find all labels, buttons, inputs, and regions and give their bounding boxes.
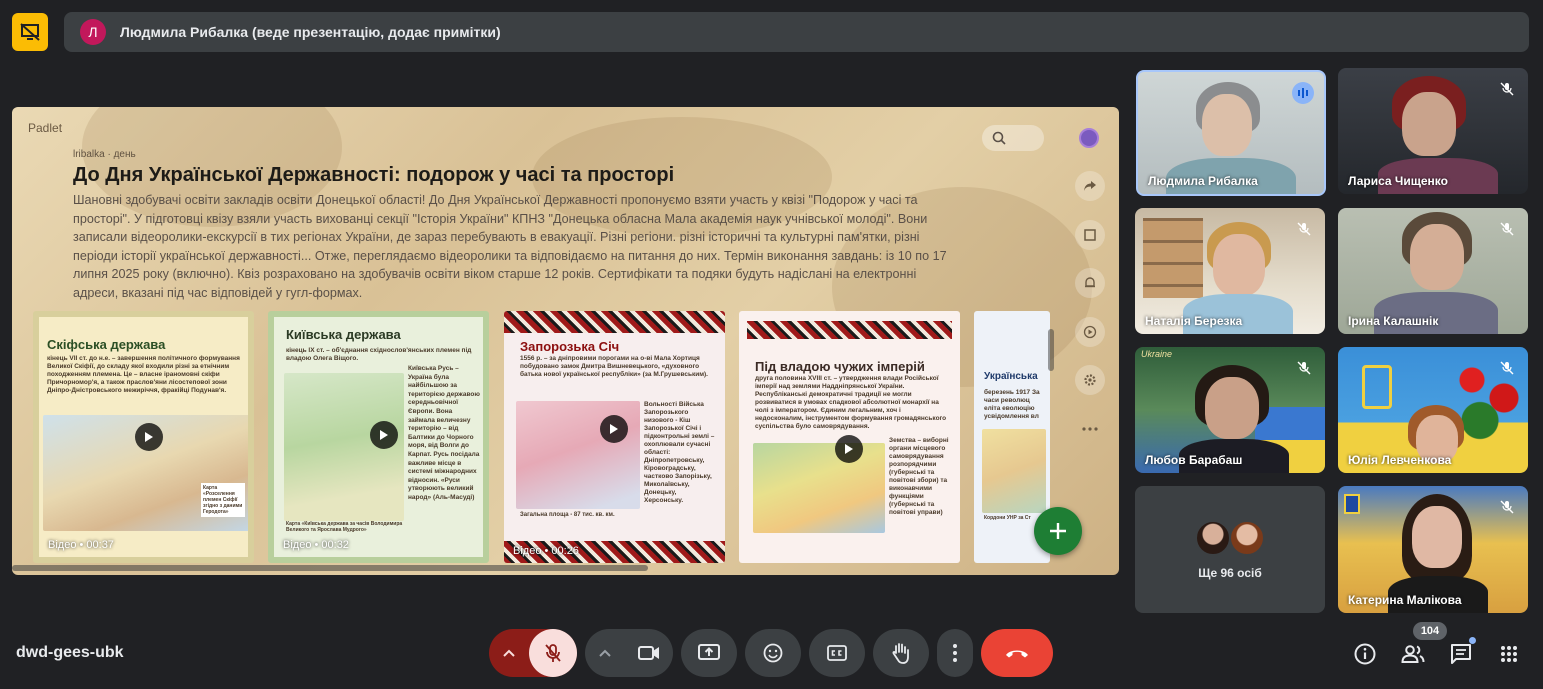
presentation-screen: Padlet lribalka · день До Дня Українсько… [12, 107, 1119, 575]
participant-tile[interactable]: Наталія Березка [1135, 208, 1325, 334]
card-title: Українська [984, 371, 1038, 382]
people-icon[interactable] [1400, 641, 1426, 667]
presenter-label: Людмила Рибалка (веде презентацію, додає… [120, 24, 501, 40]
ornament-border [504, 311, 725, 333]
presenter-banner: Л Людмила Рибалка (веде презентацію, дод… [64, 12, 1529, 52]
hang-up-icon [1006, 650, 1028, 658]
participant-name: Людмила Рибалка [1148, 174, 1258, 188]
meeting-info-icon[interactable] [1352, 641, 1378, 667]
card-side-text: Земства – виборні органи місцевого самов… [889, 437, 949, 516]
add-post-button[interactable] [1034, 507, 1082, 555]
settings-gear-icon[interactable] [1075, 365, 1105, 395]
participant-tile[interactable]: Катерина Малікова [1338, 486, 1528, 613]
presenter-avatar: Л [80, 19, 106, 45]
activities-grid-icon[interactable] [1496, 641, 1522, 667]
participant-name: Наталія Березка [1145, 314, 1243, 328]
padlet-user-avatar[interactable] [1079, 128, 1099, 148]
play-icon[interactable] [135, 423, 163, 451]
camera-icon[interactable] [625, 629, 673, 677]
participant-avatar [1229, 520, 1265, 556]
unr-map [982, 429, 1046, 513]
more-options-icon[interactable] [1075, 414, 1105, 444]
participant-name: Катерина Малікова [1348, 593, 1462, 607]
video-duration: Відео • 00:26 [513, 545, 579, 557]
mic-off-icon [1293, 218, 1315, 240]
participant-tile[interactable]: Ірина Калашнік [1338, 208, 1528, 334]
chevron-up-icon[interactable] [585, 629, 625, 677]
presentation-description: Шановні здобувачі освіти закладів освіти… [73, 193, 947, 300]
card-text: друга половина XVIII ст. – утвердження в… [755, 375, 947, 430]
chat-icon[interactable] [1448, 637, 1476, 667]
card-text: кінець VII ст. до н.е. – завершення полі… [47, 355, 240, 394]
ornament-border [747, 321, 952, 339]
participant-name: Любов Барабаш [1145, 453, 1243, 467]
others-tile[interactable]: Ще 96 осіб [1135, 486, 1325, 613]
vertical-scrollbar[interactable] [1048, 329, 1054, 371]
present-screen-icon[interactable] [681, 629, 737, 677]
mic-off-icon [1496, 496, 1518, 518]
people-count-badge: 104 [1413, 622, 1447, 640]
participant-avatar [1195, 520, 1231, 556]
participant-tile[interactable]: Лариса Чищенко [1338, 68, 1528, 194]
card-caption: Карта «Київська держава за часів Володим… [286, 521, 403, 533]
presentation-title: До Дня Української Державності: подорож … [73, 164, 675, 186]
card-text: 1556 р. – за дніпровими порогами на о-ві… [520, 355, 708, 378]
speaking-icon [1292, 82, 1314, 104]
raise-hand-icon[interactable] [873, 629, 929, 677]
video-duration: Відео • 00:32 [283, 539, 349, 551]
participant-name: Юлія Левченкова [1348, 453, 1452, 467]
search-icon[interactable] [982, 125, 1044, 151]
bell-icon[interactable] [1075, 268, 1105, 298]
notification-dot [1469, 637, 1476, 644]
share-icon[interactable] [1075, 171, 1105, 201]
mic-off-icon [1496, 357, 1518, 379]
card-text: березень 1917 За часи революц еліта евол… [984, 389, 1040, 420]
video-card-kyiv[interactable]: Київська держава кінець IX ст. – об'єдна… [268, 311, 489, 563]
captions-icon[interactable] [809, 629, 865, 677]
microphone-control[interactable] [489, 629, 577, 677]
padlet-logo: Padlet [28, 121, 63, 135]
horizontal-scrollbar[interactable] [12, 565, 648, 571]
card-text: кінець IX ст. – об'єднання східнослов'ян… [286, 347, 472, 362]
mic-off-icon[interactable] [529, 629, 577, 677]
more-participants-label: Ще 96 осіб [1198, 566, 1262, 580]
mic-off-icon [1496, 218, 1518, 240]
card-title: Київська держава [286, 327, 401, 342]
participant-name: Ірина Калашнік [1348, 314, 1439, 328]
participant-tile[interactable]: Людмила Рибалка [1136, 70, 1326, 196]
play-icon[interactable] [835, 435, 863, 463]
participant-name: Лариса Чищенко [1348, 174, 1448, 188]
empires-map [753, 443, 885, 533]
video-duration: Відео • 00:37 [48, 539, 114, 551]
background-banner-text: Ukraine [1141, 349, 1173, 359]
chevron-up-icon[interactable] [489, 629, 529, 677]
meeting-code[interactable]: dwd-gees-ubk [16, 644, 124, 662]
presentation-off-icon[interactable] [12, 13, 48, 51]
video-card-foreign-empires[interactable]: Під владою чужих імперій друга половина … [739, 311, 960, 563]
slideshow-icon[interactable] [1075, 317, 1105, 347]
card-title: Під владою чужих імперій [755, 359, 925, 374]
play-icon[interactable] [600, 415, 628, 443]
mic-off-icon [1293, 357, 1315, 379]
card-side-text: Вольності Війська Запорозького низового … [644, 401, 715, 504]
card-side-text: Київська Русь – Україна була найбільшою … [408, 365, 480, 501]
more-options-icon[interactable] [937, 629, 973, 677]
card-title: Запорозька Січ [520, 339, 620, 354]
card-caption: Карта «Розселення племен Скіфії згідно з… [201, 483, 245, 517]
video-card-scythia[interactable]: Скіфська держава кінець VII ст. до н.е. … [33, 311, 254, 563]
participant-tile[interactable]: Юлія Левченкова [1338, 347, 1528, 473]
participant-tile[interactable]: Ukraine Любов Барабаш [1135, 347, 1325, 473]
card-caption: Загальна площа - 87 тис. кв. км. [520, 512, 615, 518]
mic-off-icon [1496, 78, 1518, 100]
remix-icon[interactable] [1075, 220, 1105, 250]
video-card-zaporizhian-sich[interactable]: Запорозька Січ 1556 р. – за дніпровими п… [504, 311, 725, 563]
end-call-button[interactable] [981, 629, 1053, 677]
card-title: Скіфська держава [47, 337, 166, 352]
play-icon[interactable] [370, 421, 398, 449]
post-meta: lribalka · день [73, 149, 136, 160]
emoji-icon[interactable] [745, 629, 801, 677]
camera-control[interactable] [585, 629, 673, 677]
